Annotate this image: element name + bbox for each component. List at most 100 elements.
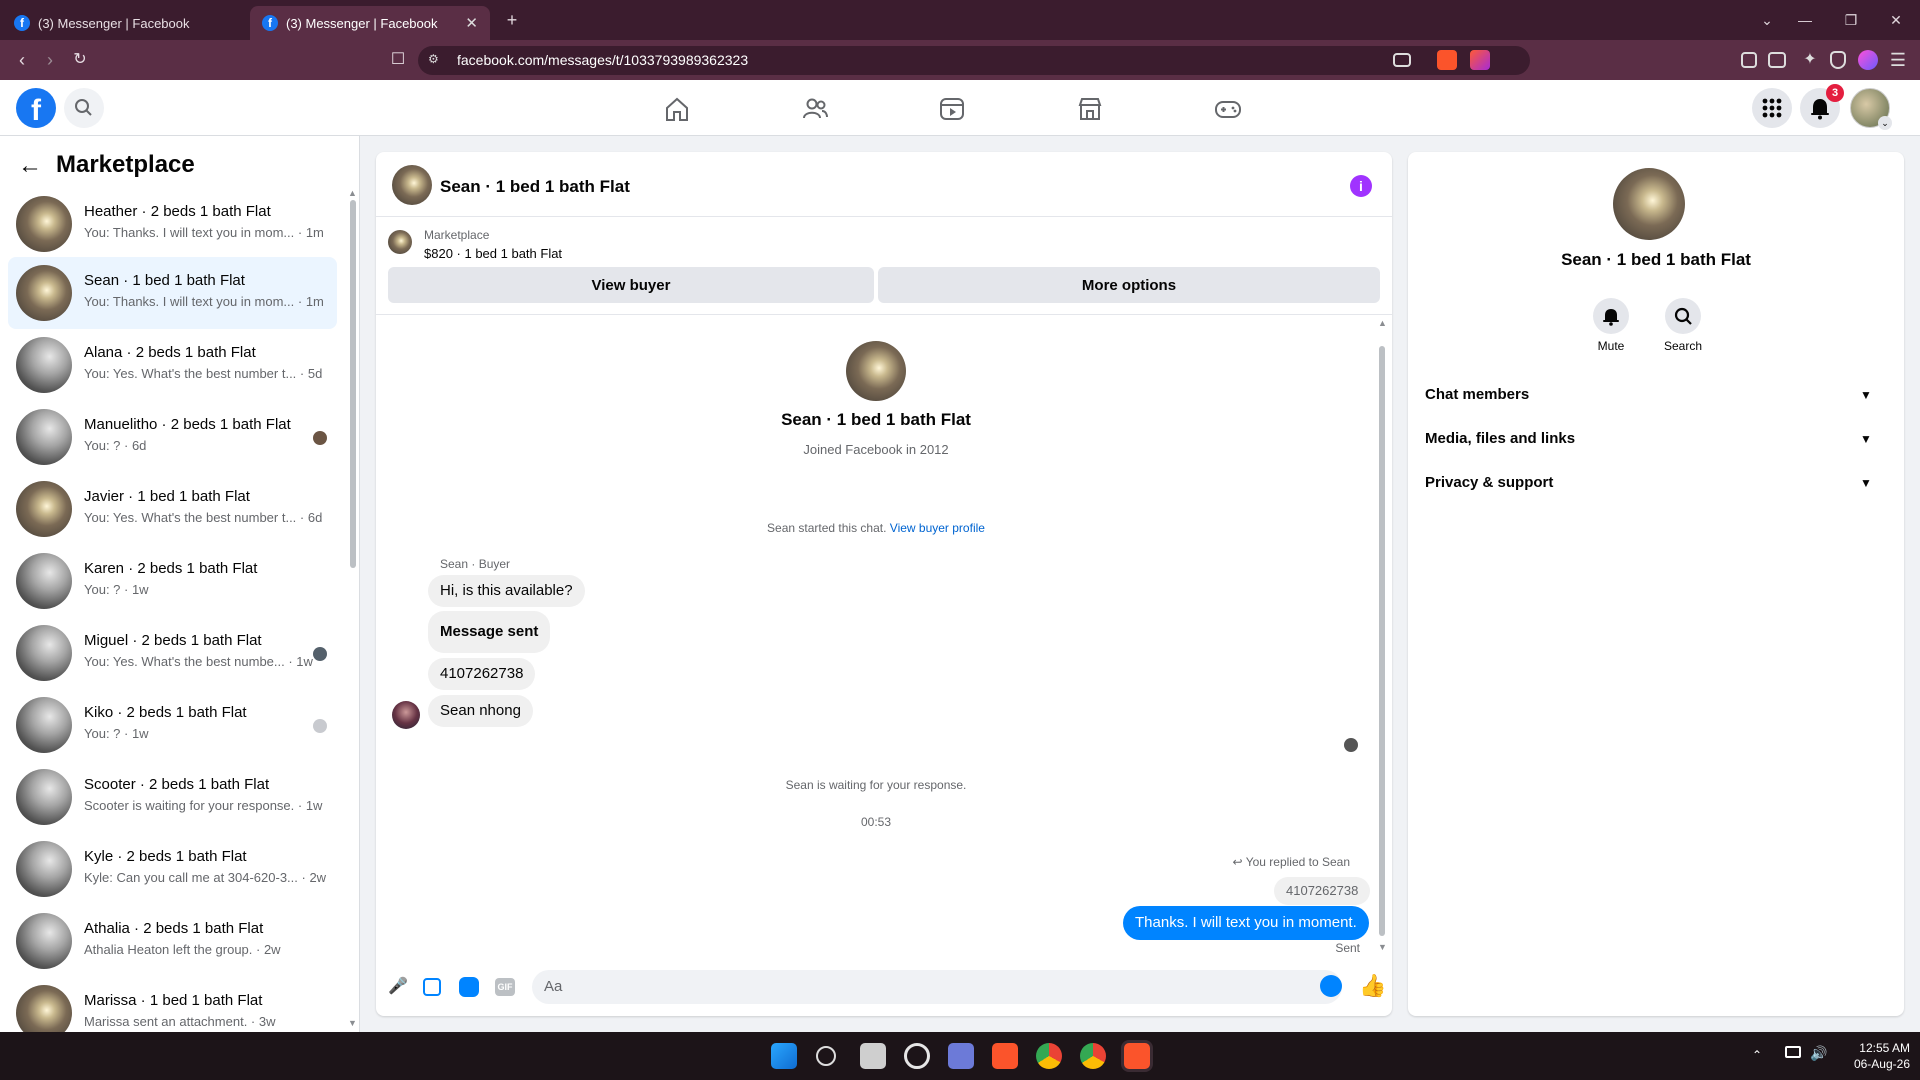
conversation-list-scrollbar[interactable] bbox=[350, 200, 356, 568]
app-icon[interactable] bbox=[904, 1043, 930, 1069]
list-item-selected[interactable]: Sean · 1 bed 1 bath Flat You: Thanks. I … bbox=[8, 257, 337, 329]
media-files-links-section[interactable]: Media, files and links bbox=[1425, 430, 1575, 447]
sender-avatar[interactable] bbox=[392, 701, 420, 729]
gaming-icon[interactable] bbox=[1214, 96, 1242, 122]
marketplace-icon[interactable] bbox=[1076, 96, 1104, 122]
chat-scrollbar[interactable] bbox=[1379, 346, 1385, 936]
sticker-icon[interactable] bbox=[459, 977, 479, 997]
wallet-icon[interactable] bbox=[1768, 52, 1786, 68]
mute-button[interactable] bbox=[1593, 298, 1629, 334]
info-icon[interactable]: i bbox=[1350, 175, 1372, 197]
list-item[interactable]: Heather · 2 beds 1 bath Flat You: Thanks… bbox=[8, 188, 337, 260]
chevron-down-icon[interactable]: ▼ bbox=[1860, 476, 1872, 490]
listing-title[interactable]: $820 · 1 bed 1 bath Flat bbox=[424, 246, 562, 261]
browser-tab[interactable]: f (3) Messenger | Facebook bbox=[2, 6, 244, 40]
brave-rewards-icon[interactable] bbox=[1470, 50, 1490, 70]
brave-shields-icon[interactable] bbox=[1437, 50, 1457, 70]
grid-icon bbox=[1762, 98, 1782, 118]
reload-icon[interactable]: ↻ bbox=[68, 48, 92, 72]
tab-list-icon[interactable]: ⌄ bbox=[1755, 8, 1779, 32]
site-settings-icon[interactable]: ⚙ bbox=[428, 52, 444, 68]
profile-icon[interactable] bbox=[1858, 50, 1878, 70]
quoted-message[interactable]: 4107262738 bbox=[1274, 877, 1371, 905]
microphone-icon[interactable]: 🎤 bbox=[387, 976, 409, 998]
conversation-preview: You: ? · 1w bbox=[84, 726, 149, 741]
incoming-message[interactable]: Hi, is this available? bbox=[428, 575, 585, 607]
vpn-icon[interactable] bbox=[1830, 51, 1846, 69]
listing-thumbnail[interactable] bbox=[388, 230, 412, 254]
browser-tab-active[interactable]: f (3) Messenger | Facebook ✕ bbox=[250, 6, 490, 40]
home-icon[interactable] bbox=[663, 96, 691, 122]
scroll-down-icon[interactable]: ▼ bbox=[1378, 942, 1387, 952]
chevron-down-icon[interactable]: ▼ bbox=[1860, 432, 1872, 446]
url-text[interactable]: facebook.com/messages/t/1033793989362323 bbox=[457, 52, 748, 68]
task-view-icon[interactable] bbox=[860, 1043, 886, 1069]
search-button[interactable] bbox=[64, 88, 104, 128]
menu-icon[interactable]: ☰ bbox=[1888, 50, 1908, 70]
search-icon[interactable] bbox=[816, 1046, 836, 1066]
chevron-down-icon[interactable]: ▼ bbox=[1860, 388, 1872, 402]
network-icon[interactable] bbox=[1785, 1046, 1801, 1058]
leo-ai-icon[interactable]: ✦ bbox=[1800, 50, 1820, 70]
bookmark-icon[interactable]: ☐ bbox=[386, 48, 410, 72]
chat-title[interactable]: Sean · 1 bed 1 bath Flat bbox=[440, 177, 630, 197]
incoming-message[interactable]: Sean nhong bbox=[428, 695, 533, 727]
list-item[interactable]: Manuelitho · 2 beds 1 bath Flat You: ? ·… bbox=[8, 401, 337, 473]
cast-icon[interactable] bbox=[1393, 53, 1411, 67]
chrome-icon[interactable] bbox=[1036, 1043, 1062, 1069]
brave-browser-icon[interactable] bbox=[992, 1043, 1018, 1069]
list-item[interactable]: Miguel · 2 beds 1 bath Flat You: Yes. Wh… bbox=[8, 617, 337, 689]
facebook-logo-icon[interactable]: f bbox=[16, 88, 56, 128]
message-input[interactable] bbox=[532, 970, 1342, 1004]
view-buyer-button[interactable]: View buyer bbox=[388, 267, 874, 303]
incoming-message[interactable]: 4107262738 bbox=[428, 658, 536, 690]
info-avatar[interactable] bbox=[1613, 168, 1685, 240]
scroll-up-icon[interactable]: ▲ bbox=[1378, 318, 1387, 328]
app-icon[interactable] bbox=[948, 1043, 974, 1069]
profile-avatar[interactable] bbox=[846, 341, 906, 401]
list-item[interactable]: Scooter · 2 beds 1 bath Flat Scooter is … bbox=[8, 761, 337, 833]
friends-icon[interactable] bbox=[801, 96, 829, 122]
photo-icon[interactable] bbox=[423, 978, 441, 996]
chat-members-section[interactable]: Chat members bbox=[1425, 386, 1529, 403]
privacy-support-section[interactable]: Privacy & support bbox=[1425, 474, 1553, 491]
more-options-button[interactable]: More options bbox=[878, 267, 1380, 303]
close-tab-icon[interactable]: ✕ bbox=[465, 14, 478, 32]
chrome-icon[interactable] bbox=[1080, 1043, 1106, 1069]
view-buyer-profile-link[interactable]: View buyer profile bbox=[890, 521, 985, 535]
chat-header-avatar[interactable] bbox=[392, 165, 432, 205]
gif-icon[interactable]: GIF bbox=[495, 978, 515, 996]
scroll-down-icon[interactable]: ▼ bbox=[348, 1018, 357, 1028]
list-item[interactable]: Marissa · 1 bed 1 bath Flat Marissa sent… bbox=[8, 977, 337, 1032]
scroll-up-icon[interactable]: ▲ bbox=[348, 188, 357, 198]
watch-icon[interactable] bbox=[938, 96, 966, 122]
search-in-conversation-button[interactable] bbox=[1665, 298, 1701, 334]
list-item[interactable]: Kiko · 2 beds 1 bath Flat You: ? · 1w bbox=[8, 689, 337, 761]
show-hidden-icons-icon[interactable]: ⌃ bbox=[1752, 1048, 1762, 1062]
incoming-message[interactable]: Message sent bbox=[428, 611, 551, 653]
system-clock[interactable]: 12:55 AM 06-Aug-26 bbox=[1830, 1040, 1910, 1072]
restore-button[interactable]: ❐ bbox=[1839, 8, 1863, 32]
forward-icon[interactable]: › bbox=[38, 48, 62, 72]
new-tab-button[interactable]: + bbox=[500, 8, 524, 32]
menu-grid-button[interactable] bbox=[1752, 88, 1792, 128]
outgoing-message[interactable]: Thanks. I will text you in moment. bbox=[1123, 906, 1369, 940]
windows-start-icon[interactable] bbox=[771, 1043, 797, 1069]
list-item[interactable]: Athalia · 2 beds 1 bath Flat Athalia Hea… bbox=[8, 905, 337, 977]
back-icon[interactable]: ‹ bbox=[10, 48, 34, 72]
list-item[interactable]: Alana · 2 beds 1 bath Flat You: Yes. Wha… bbox=[8, 329, 337, 401]
chevron-down-icon[interactable]: ⌄ bbox=[1878, 116, 1892, 130]
emoji-icon[interactable] bbox=[1320, 975, 1342, 997]
list-item[interactable]: Kyle · 2 beds 1 bath Flat Kyle: Can you … bbox=[8, 833, 337, 905]
back-arrow-icon[interactable]: ← bbox=[18, 152, 42, 180]
list-item[interactable]: Javier · 1 bed 1 bath Flat You: Yes. Wha… bbox=[8, 473, 337, 545]
minimize-button[interactable]: — bbox=[1793, 8, 1817, 32]
list-item[interactable]: Karen · 2 beds 1 bath Flat You: ? · 1w bbox=[8, 545, 337, 617]
conversation-name: Scooter · 2 beds 1 bath Flat bbox=[84, 776, 270, 793]
close-window-button[interactable]: ✕ bbox=[1884, 8, 1908, 32]
sidebar-icon[interactable] bbox=[1741, 52, 1757, 68]
brave-browser-active-icon[interactable] bbox=[1124, 1043, 1150, 1069]
volume-icon[interactable]: 🔊 bbox=[1810, 1045, 1827, 1062]
thumbs-up-icon[interactable]: 👍 bbox=[1359, 974, 1386, 998]
bell-icon bbox=[1603, 309, 1619, 326]
